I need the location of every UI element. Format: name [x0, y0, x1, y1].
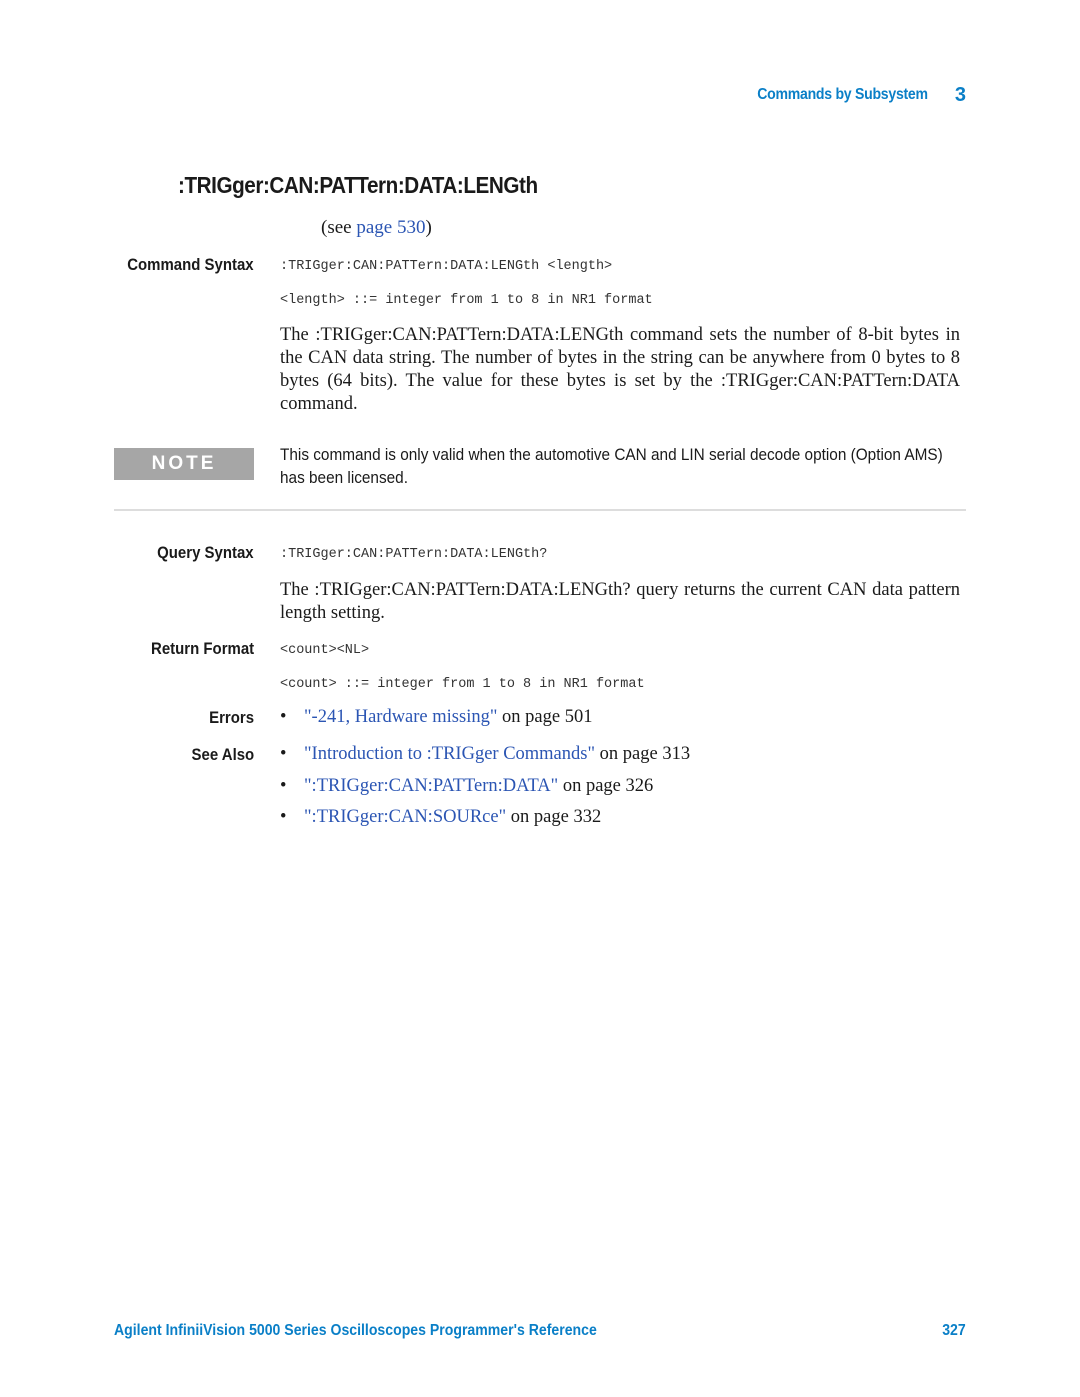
book-title: Agilent InfiniiVision 5000 Series Oscill… — [114, 1322, 597, 1339]
return-format-param: <count> ::= integer from 1 to 8 in NR1 f… — [280, 677, 645, 692]
query-description: The :TRIGger:CAN:PATTern:DATA:LENGth? qu… — [280, 580, 960, 623]
page-number: 327 — [942, 1322, 966, 1339]
query-syntax-label: Query Syntax — [157, 543, 254, 562]
see-suffix: ) — [425, 217, 432, 238]
bullet-icon: • — [280, 776, 287, 796]
see-prefix: (see — [321, 217, 357, 238]
section-divider — [114, 509, 966, 511]
error-item: • "-241, Hardware missing" on page 501 — [280, 707, 592, 728]
section-title: Commands by Subsystem — [757, 86, 928, 103]
query-syntax-code: :TRIGger:CAN:PATTern:DATA:LENGth? — [280, 547, 548, 562]
see-page-link[interactable]: page 530 — [356, 217, 425, 238]
see-also-link[interactable]: "Introduction to :TRIGger Commands" — [304, 744, 595, 764]
chapter-number: 3 — [954, 84, 966, 106]
bullet-icon: • — [280, 707, 287, 727]
return-format-label: Return Format — [150, 639, 254, 658]
note-text: This command is only valid when the auto… — [280, 446, 943, 487]
errors-label: Errors — [209, 708, 254, 727]
command-description: The :TRIGger:CAN:PATTern:DATA:LENGth com… — [280, 325, 960, 414]
see-also-link[interactable]: ":TRIGger:CAN:SOURce" — [304, 807, 506, 827]
see-also-label: See Also — [191, 745, 254, 764]
command-title: :TRIGger:CAN:PATTern:DATA:LENGth — [178, 172, 538, 198]
see-also-page-ref: on page 313 — [595, 744, 691, 764]
error-page-ref: on page 501 — [497, 707, 593, 727]
see-also-item: • ":TRIGger:CAN:SOURce" on page 332 — [280, 807, 601, 828]
see-also-link[interactable]: ":TRIGger:CAN:PATTern:DATA" — [304, 776, 558, 796]
running-header: Commands by Subsystem 3 — [0, 84, 966, 108]
see-also-page-ref: on page 332 — [506, 807, 602, 827]
see-also-item: • ":TRIGger:CAN:PATTern:DATA" on page 326 — [280, 776, 653, 797]
see-also-item: • "Introduction to :TRIGger Commands" on … — [280, 744, 690, 765]
see-page-reference: (see page 530) — [321, 217, 432, 239]
return-format-code: <count><NL> — [280, 643, 370, 658]
error-link[interactable]: "-241, Hardware missing" — [304, 707, 497, 727]
running-footer: Agilent InfiniiVision 5000 Series Oscill… — [114, 1322, 966, 1344]
command-syntax-param: <length> ::= integer from 1 to 8 in NR1 … — [280, 293, 653, 308]
bullet-icon: • — [280, 744, 287, 764]
bullet-icon: • — [280, 807, 287, 827]
note-badge: NOTE — [114, 448, 254, 480]
command-syntax-code: :TRIGger:CAN:PATTern:DATA:LENGth <length… — [280, 259, 613, 274]
see-also-page-ref: on page 326 — [558, 776, 654, 796]
command-syntax-label: Command Syntax — [127, 255, 254, 274]
